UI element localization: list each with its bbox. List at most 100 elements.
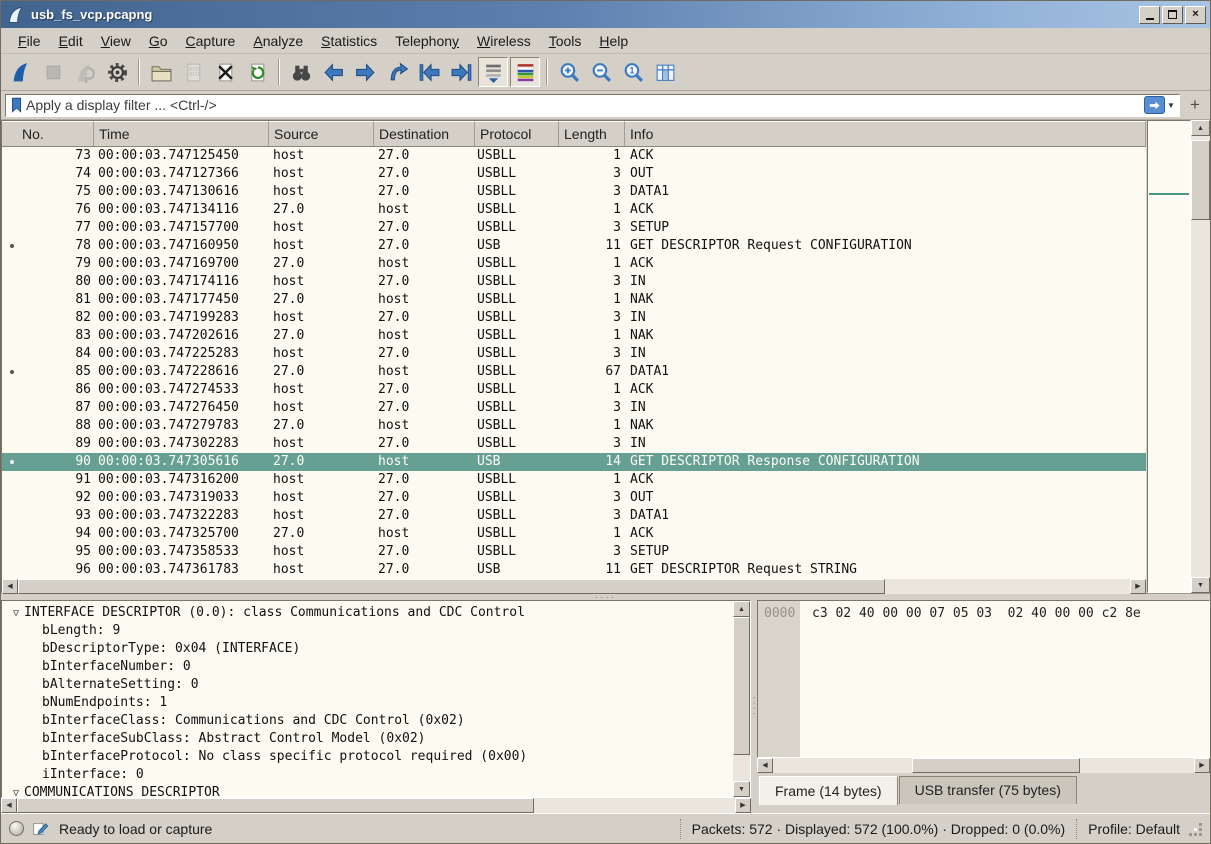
toolbar-resize-columns-icon[interactable] [650, 57, 680, 87]
detail-line[interactable]: bInterfaceProtocol: No class specific pr… [2, 748, 733, 766]
expert-info-icon[interactable] [9, 821, 24, 836]
menu-telephony[interactable]: Telephony [386, 30, 468, 52]
packet-row-82[interactable]: 8200:00:03.747199283host27.0USBLL3IN [2, 309, 1146, 327]
tab-usb[interactable]: USB transfer (75 bytes) [899, 776, 1077, 804]
packet-row-89[interactable]: 8900:00:03.747302283host27.0USBLL3IN [2, 435, 1146, 453]
packet-row-92[interactable]: 9200:00:03.747319033host27.0USBLL3OUT [2, 489, 1146, 507]
toolbar-go-first-packet-icon[interactable] [414, 57, 444, 87]
column-header-info[interactable]: Info [625, 121, 1146, 146]
detail-line[interactable]: bInterfaceNumber: 0 [2, 658, 733, 676]
packet-row-85[interactable]: 8500:00:03.74722861627.0hostUSBLL67DATA1 [2, 363, 1146, 381]
menu-file[interactable]: File [9, 30, 50, 52]
detail-line[interactable]: bInterfaceClass: Communications and CDC … [2, 712, 733, 730]
resize-grip[interactable] [1188, 819, 1204, 839]
filter-dropdown-caret[interactable]: ▼ [1165, 101, 1177, 110]
hex-bytes[interactable]: c3 02 40 00 00 07 05 03 02 40 00 00 c2 8… [800, 601, 1209, 757]
packet-row-84[interactable]: 8400:00:03.747225283host27.0USBLL3IN [2, 345, 1146, 363]
toolbar-find-packet-icon[interactable] [286, 57, 316, 87]
details-vscrollbar-track[interactable] [733, 617, 750, 781]
bytes-hscrollbar-right-arrow[interactable]: ▶ [1194, 758, 1210, 773]
toolbar-start-capture-icon[interactable] [6, 57, 36, 87]
toolbar-capture-options-icon[interactable] [102, 57, 132, 87]
packet-list-hscrollbar[interactable]: ◀▶ [2, 579, 1146, 594]
detail-line[interactable]: bDescriptorType: 0x04 (INTERFACE) [2, 640, 733, 658]
status-profile[interactable]: Profile: Default [1088, 821, 1180, 837]
packet-row-94[interactable]: 9400:00:03.74732570027.0hostUSBLL1ACK [2, 525, 1146, 543]
details-hscrollbar-left-arrow[interactable]: ◀ [1, 798, 17, 813]
details-hscrollbar[interactable]: ◀▶ [1, 798, 751, 813]
capture-comment-icon[interactable] [32, 820, 49, 837]
display-filter-input[interactable] [26, 96, 1144, 115]
filter-bookmark-icon[interactable] [8, 96, 26, 114]
bytes-hscrollbar-left-arrow[interactable]: ◀ [757, 758, 773, 773]
detail-line[interactable]: bInterfaceSubClass: Abstract Control Mod… [2, 730, 733, 748]
toolbar-go-last-packet-icon[interactable] [446, 57, 476, 87]
packet-list-hscrollbar-track[interactable] [18, 579, 1130, 594]
bytes-hscrollbar-thumb[interactable] [912, 758, 1080, 773]
bytes-hscrollbar[interactable]: ◀▶ [757, 758, 1210, 773]
packet-row-87[interactable]: 8700:00:03.747276450host27.0USBLL3IN [2, 399, 1146, 417]
details-vscrollbar-thumb[interactable] [733, 617, 750, 755]
toolbar-go-back-icon[interactable] [318, 57, 348, 87]
packet-row-74[interactable]: 7400:00:03.747127366host27.0USBLL3OUT [2, 165, 1146, 183]
packet-row-80[interactable]: 8000:00:03.747174116host27.0USBLL3IN [2, 273, 1146, 291]
menu-edit[interactable]: Edit [50, 30, 92, 52]
column-header-destination[interactable]: Destination [374, 121, 475, 146]
bytes-hscrollbar-track[interactable] [773, 758, 1194, 773]
packet-list-vscrollbar-down-arrow[interactable]: ▼ [1191, 577, 1210, 593]
details-vscrollbar-up-arrow[interactable]: ▲ [733, 601, 750, 617]
detail-line[interactable]: ▽COMMUNICATIONS DESCRIPTOR [2, 784, 733, 797]
packet-row-78[interactable]: 7800:00:03.747160950host27.0USB11GET DES… [2, 237, 1146, 255]
menu-help[interactable]: Help [590, 30, 637, 52]
packet-row-79[interactable]: 7900:00:03.74716970027.0hostUSBLL1ACK [2, 255, 1146, 273]
expander-icon[interactable]: ▽ [8, 785, 24, 797]
packet-row-88[interactable]: 8800:00:03.74727978327.0hostUSBLL1NAK [2, 417, 1146, 435]
packet-row-83[interactable]: 8300:00:03.74720261627.0hostUSBLL1NAK [2, 327, 1146, 345]
packet-row-77[interactable]: 7700:00:03.747157700host27.0USBLL3SETUP [2, 219, 1146, 237]
menu-tools[interactable]: Tools [540, 30, 591, 52]
packet-list-vscrollbar[interactable]: ▲▼ [1191, 120, 1210, 593]
packet-row-90[interactable]: 9000:00:03.74730561627.0hostUSB14GET DES… [2, 453, 1146, 471]
toolbar-colorize-icon[interactable] [510, 57, 540, 87]
toolbar-zoom-in-icon[interactable] [554, 57, 584, 87]
column-header-length[interactable]: Length [559, 121, 625, 146]
detail-line[interactable]: iInterface: 0 [2, 766, 733, 784]
add-filter-button-plus-icon[interactable]: + [1184, 94, 1206, 116]
packet-list-hscrollbar-left-arrow[interactable]: ◀ [2, 579, 18, 594]
detail-line[interactable]: bAlternateSetting: 0 [2, 676, 733, 694]
minimize-button[interactable] [1139, 6, 1160, 24]
details-vscrollbar[interactable]: ▲▼ [733, 601, 750, 797]
menu-analyze[interactable]: Analyze [244, 30, 312, 52]
detail-line[interactable]: ▽INTERFACE DESCRIPTOR (0.0): class Commu… [2, 604, 733, 622]
packet-row-95[interactable]: 9500:00:03.747358533host27.0USBLL3SETUP [2, 543, 1146, 561]
intelligent-scrollbar-minimap[interactable] [1147, 120, 1191, 593]
toolbar-go-to-packet-icon[interactable] [382, 57, 412, 87]
menu-wireless[interactable]: Wireless [468, 30, 540, 52]
packet-row-76[interactable]: 7600:00:03.74713411627.0hostUSBLL1ACK [2, 201, 1146, 219]
column-header-no[interactable]: No. [2, 121, 94, 146]
menu-view[interactable]: View [92, 30, 140, 52]
packet-list-vscrollbar-thumb[interactable] [1191, 140, 1210, 219]
detail-line[interactable]: bNumEndpoints: 1 [2, 694, 733, 712]
packet-row-81[interactable]: 8100:00:03.74717745027.0hostUSBLL1NAK [2, 291, 1146, 309]
packet-row-93[interactable]: 9300:00:03.747322283host27.0USBLL3DATA1 [2, 507, 1146, 525]
apply-filter-button[interactable] [1144, 96, 1165, 114]
menu-statistics[interactable]: Statistics [312, 30, 386, 52]
packet-row-73[interactable]: 7300:00:03.747125450host27.0USBLL1ACK [2, 147, 1146, 165]
detail-line[interactable]: bLength: 9 [2, 622, 733, 640]
column-header-time[interactable]: Time [94, 121, 269, 146]
expander-icon[interactable]: ▽ [8, 605, 24, 623]
menu-go[interactable]: Go [140, 30, 177, 52]
toolbar-reload-file-icon[interactable] [242, 57, 272, 87]
packet-row-91[interactable]: 9100:00:03.747316200host27.0USBLL1ACK [2, 471, 1146, 489]
column-header-protocol[interactable]: Protocol [475, 121, 559, 146]
toolbar-go-forward-icon[interactable] [350, 57, 380, 87]
packet-row-96[interactable]: 9600:00:03.747361783host27.0USB11GET DES… [2, 561, 1146, 579]
toolbar-zoom-original-icon[interactable]: 1 [618, 57, 648, 87]
packet-row-86[interactable]: 8600:00:03.747274533host27.0USBLL1ACK [2, 381, 1146, 399]
tab-frame[interactable]: Frame (14 bytes) [759, 776, 898, 805]
details-hscrollbar-thumb[interactable] [17, 798, 534, 813]
toolbar-zoom-out-icon[interactable] [586, 57, 616, 87]
packet-row-75[interactable]: 7500:00:03.747130616host27.0USBLL3DATA1 [2, 183, 1146, 201]
toolbar-auto-scroll-icon[interactable] [478, 57, 508, 87]
